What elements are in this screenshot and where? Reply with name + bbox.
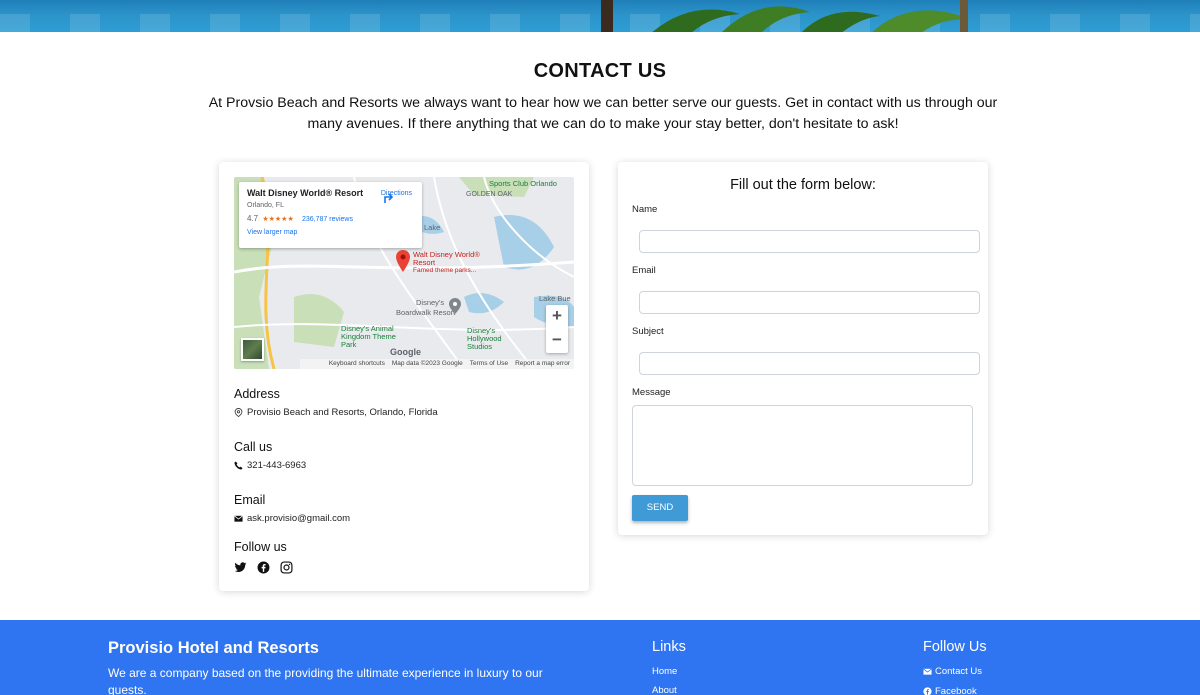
footer-description: We are a company based on the providing … xyxy=(108,666,543,695)
map-label-pin-subtitle: Famed theme parks... xyxy=(413,267,477,274)
site-footer: Provisio Hotel and Resorts We are a comp… xyxy=(0,620,1200,695)
call-heading: Call us xyxy=(234,440,273,454)
map-marker-gray-icon[interactable] xyxy=(449,298,461,314)
phone-number[interactable]: 321-443-6963 xyxy=(247,460,306,471)
footer-contact-us-label: Contact Us xyxy=(935,666,982,677)
map-reviews-link[interactable]: 236,787 reviews xyxy=(302,216,353,223)
map-place-card: Walt Disney World® Resort Orlando, FL 4.… xyxy=(239,182,422,248)
contact-form-card: Fill out the form below: Name Email Subj… xyxy=(618,162,988,535)
instagram-icon[interactable] xyxy=(280,561,293,574)
palm-fronds-image xyxy=(652,0,970,32)
palm-trunk xyxy=(601,0,613,32)
address-heading: Address xyxy=(234,387,280,401)
map-label-hollywood: Disney's Hollywood Studios xyxy=(467,326,502,351)
zoom-in-button[interactable]: + xyxy=(546,305,568,329)
phone-icon xyxy=(234,461,243,470)
zoom-out-button[interactable]: − xyxy=(546,329,568,353)
social-links xyxy=(234,561,293,574)
keyboard-shortcuts-link[interactable]: Keyboard shortcuts xyxy=(329,359,385,369)
map-label-pin-title: Walt Disney World® Resort xyxy=(413,250,480,267)
location-pin-icon xyxy=(234,408,243,417)
directions-button[interactable]: Directions xyxy=(381,190,412,203)
map-label-sports-club: Sports Club Orlando xyxy=(489,179,557,188)
twitter-icon[interactable] xyxy=(234,561,247,574)
report-map-error-link[interactable]: Report a map error xyxy=(515,359,570,369)
map-label-lake-buena: Lake Bue xyxy=(539,294,571,303)
footer-facebook-link[interactable]: Facebook xyxy=(923,686,977,695)
address-row: Provisio Beach and Resorts, Orlando, Flo… xyxy=(234,407,438,418)
contact-info-card: Sports Club Orlando GOLDEN OAK Lake Walt… xyxy=(219,162,589,591)
email-field[interactable] xyxy=(639,291,980,314)
envelope-icon xyxy=(234,515,243,522)
email-row: ask.provisio@gmail.com xyxy=(234,513,350,524)
footer-contact-us-link[interactable]: Contact Us xyxy=(923,666,982,677)
phone-row: 321-443-6963 xyxy=(234,460,306,471)
map-label-golden-oak: GOLDEN OAK xyxy=(466,191,513,198)
name-label: Name xyxy=(632,204,658,215)
intro-paragraph: At Provsio Beach and Resorts we always w… xyxy=(208,95,998,132)
address-text: Provisio Beach and Resorts, Orlando, Flo… xyxy=(247,407,438,418)
hero-banner-image xyxy=(0,0,1200,32)
star-rating-icon: ★★★★★ xyxy=(262,216,294,223)
form-title: Fill out the form below: xyxy=(730,177,876,193)
follow-heading: Follow us xyxy=(234,540,287,554)
map-pin-icon[interactable] xyxy=(396,250,410,272)
footer-link-about[interactable]: About xyxy=(652,685,677,695)
google-logo: Google xyxy=(390,347,421,357)
footer-follow-heading: Follow Us xyxy=(923,639,987,655)
map-attribution-bar: Keyboard shortcuts Map data ©2023 Google… xyxy=(300,359,574,369)
embedded-map[interactable]: Sports Club Orlando GOLDEN OAK Lake Walt… xyxy=(234,177,574,369)
map-label-boardwalk: Boardwalk Resort xyxy=(396,308,456,317)
satellite-toggle-button[interactable] xyxy=(241,338,264,361)
name-field[interactable] xyxy=(639,230,980,253)
email-heading: Email xyxy=(234,493,266,507)
email-address[interactable]: ask.provisio@gmail.com xyxy=(247,513,350,524)
subject-label: Subject xyxy=(632,326,664,337)
envelope-icon xyxy=(923,668,932,675)
send-button[interactable]: SEND xyxy=(632,495,688,521)
directions-icon xyxy=(384,193,394,203)
map-data-text: Map data ©2023 Google xyxy=(391,360,463,367)
map-rating-value: 4.7 xyxy=(247,214,259,223)
footer-facebook-label: Facebook xyxy=(935,686,977,695)
view-larger-map-link[interactable]: View larger map xyxy=(247,229,414,236)
footer-link-home[interactable]: Home xyxy=(652,666,677,677)
terms-of-use-link[interactable]: Terms of Use xyxy=(470,359,508,369)
map-label-lake: Lake xyxy=(424,223,441,232)
message-label: Message xyxy=(632,387,671,398)
facebook-icon xyxy=(923,687,932,695)
map-label-disneys: Disney's xyxy=(416,298,445,307)
map-rating: 4.7 ★★★★★ 236,787 reviews xyxy=(247,214,414,223)
footer-links-heading: Links xyxy=(652,639,686,655)
footer-brand: Provisio Hotel and Resorts xyxy=(108,639,319,657)
facebook-icon[interactable] xyxy=(257,561,270,574)
map-zoom-control: + − xyxy=(546,305,568,353)
message-textarea[interactable] xyxy=(632,405,973,486)
email-label: Email xyxy=(632,265,656,276)
map-label-animal-kingdom: Disney's Animal Kingdom Theme Park xyxy=(341,324,396,349)
page-title: CONTACT US xyxy=(533,60,667,82)
subject-field[interactable] xyxy=(639,352,980,375)
